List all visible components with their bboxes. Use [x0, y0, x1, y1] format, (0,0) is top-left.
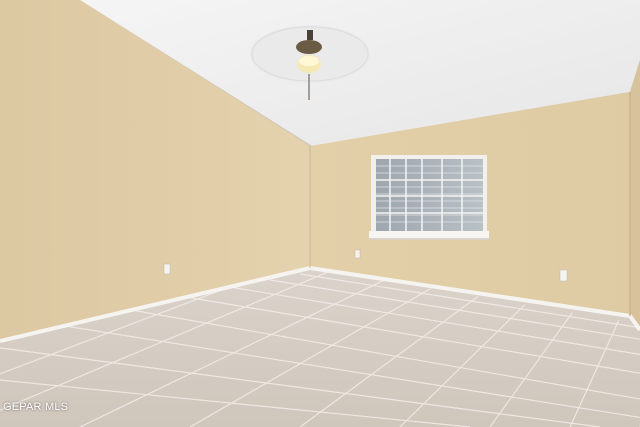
- electrical-outlet-left-wall: [163, 263, 171, 275]
- watermark-text: GEPAR MLS: [3, 401, 69, 413]
- electrical-outlet-back-wall-left: [354, 249, 361, 259]
- electrical-outlet-back-wall-right: [559, 269, 568, 282]
- window: [369, 155, 489, 240]
- room-photo: [0, 0, 640, 427]
- right-wall: [630, 60, 640, 330]
